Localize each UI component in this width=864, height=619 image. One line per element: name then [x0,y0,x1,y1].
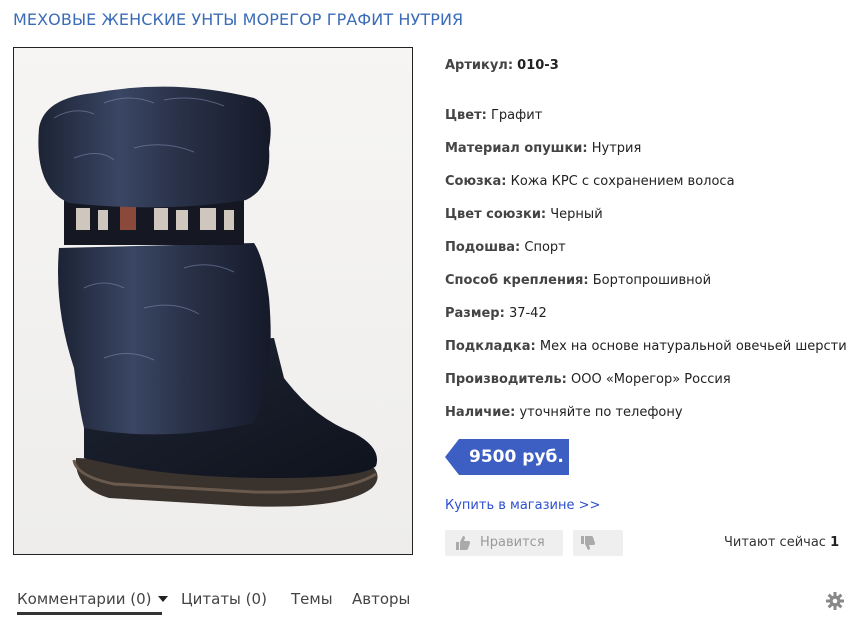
article-value: 010-3 [517,58,559,73]
spec-row-upper-color: Цвет союзки: Черный [445,207,603,222]
spec-row-lining: Подкладка: Мех на основе натуральной ове… [445,339,847,354]
spec-value: Мех на основе натуральной овечьей шерсти [539,339,847,354]
spec-row-upper: Союзка: Кожа КРС с сохранением волоса [445,174,735,189]
page-title: МЕХОВЫЕ ЖЕНСКИЕ УНТЫ МОРЕГОР ГРАФИТ НУТР… [13,10,464,29]
gear-icon[interactable] [826,592,844,610]
spec-value: 37-42 [508,306,547,321]
spec-label: Наличие: [445,405,516,420]
spec-row-trim-material: Материал опушки: Нутрия [445,141,641,156]
active-tab-underline [17,612,162,615]
spec-value: Черный [550,207,603,222]
buy-in-store-link[interactable]: Купить в магазине >> [445,498,600,513]
spec-label: Подошва: [445,240,521,255]
spec-value: Графит [490,108,543,123]
spec-label: Союзка: [445,174,507,189]
spec-label: Материал опушки: [445,141,588,156]
spec-value: уточняйте по телефону [519,405,683,420]
spec-value: Нутрия [591,141,642,156]
spec-value: Кожа КРС с сохранением волоса [510,174,735,189]
readers-label: Читают сейчас [724,535,826,550]
spec-label: Подкладка: [445,339,536,354]
spec-label: Способ крепления: [445,273,589,288]
tab-comments-label: Комментарии (0) [17,590,152,608]
spec-row-size: Размер: 37-42 [445,306,547,321]
tab-authors[interactable]: Авторы [352,590,410,608]
thumbs-down-icon [581,536,595,550]
spec-row-fastening: Способ крепления: Бортопрошивной [445,273,711,288]
tab-quotes[interactable]: Цитаты (0) [181,590,267,608]
spec-label: Производитель: [445,372,567,387]
readers-now: Читают сейчас 1 [724,535,839,550]
readers-count: 1 [830,535,840,550]
spec-label: Размер: [445,306,505,321]
spec-row-sole: Подошва: Спорт [445,240,566,255]
like-button[interactable]: Нравится [445,530,563,556]
article-label: Артикул: [445,58,514,73]
price-badge: 9500 руб. [445,439,569,475]
dislike-button[interactable] [573,530,623,556]
article-row: Артикул: 010-3 [445,58,559,73]
tab-topics[interactable]: Темы [291,590,333,608]
price-value: 9500 руб. [469,447,564,467]
thumbs-up-icon [456,536,470,550]
product-image [13,47,413,555]
tab-comments[interactable]: Комментарии (0) [17,590,169,608]
spec-value: Бортопрошивной [592,273,712,288]
spec-value: ООО «Морегор» Россия [570,372,731,387]
caret-down-icon [158,595,169,602]
spec-row-color: Цвет: Графит [445,108,542,123]
spec-row-availability: Наличие: уточняйте по телефону [445,405,683,420]
spec-label: Цвет союзки: [445,207,547,222]
spec-label: Цвет: [445,108,487,123]
spec-row-manufacturer: Производитель: ООО «Морегор» Россия [445,372,731,387]
like-label: Нравится [480,535,545,550]
spec-value: Спорт [524,240,566,255]
